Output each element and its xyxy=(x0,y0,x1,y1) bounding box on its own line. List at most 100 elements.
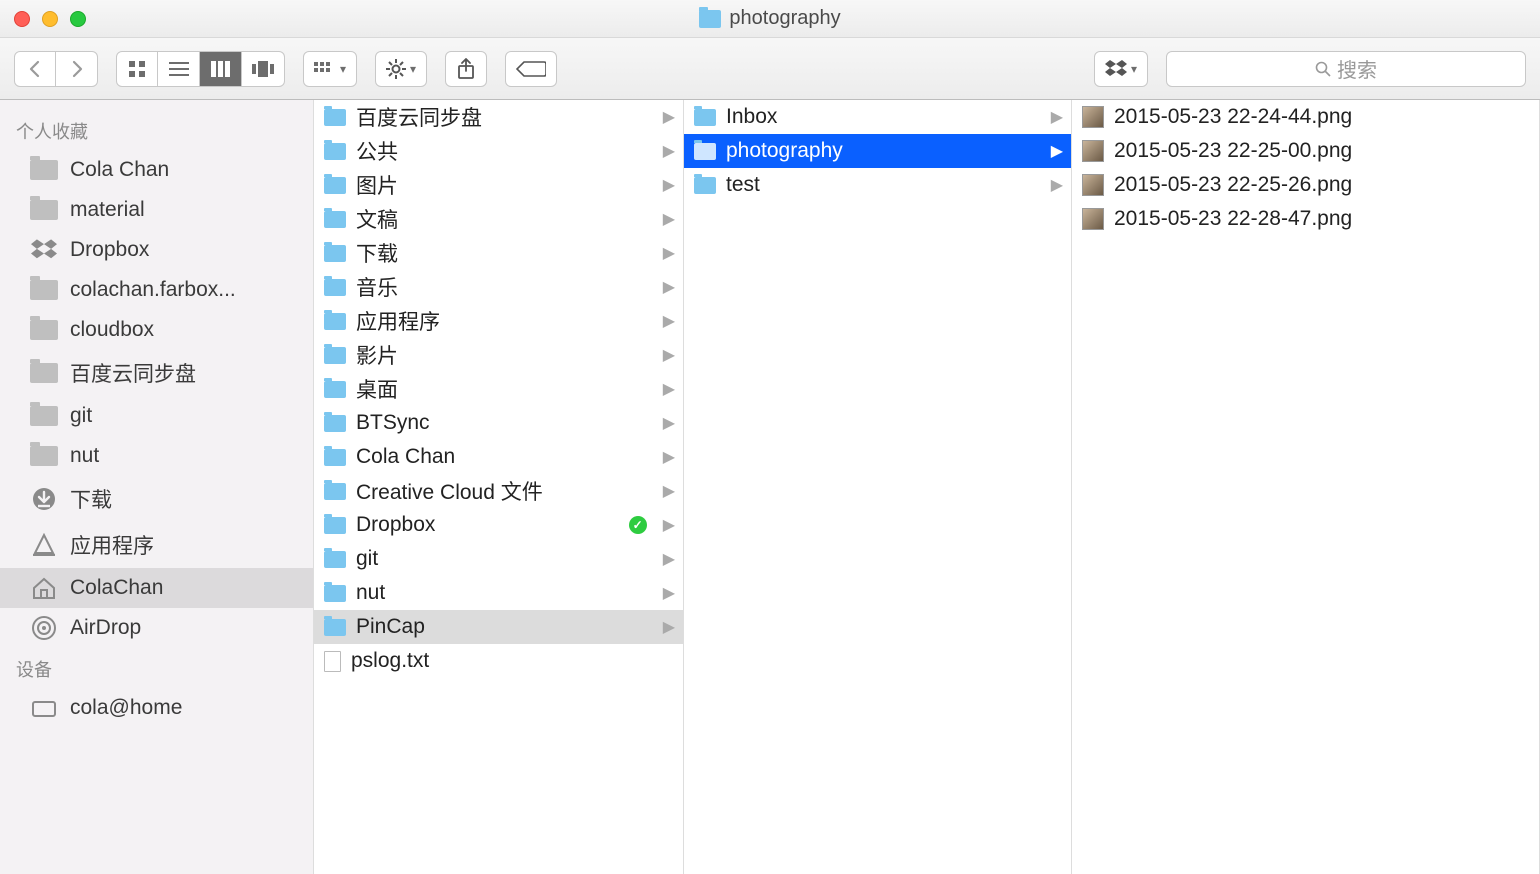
search-input[interactable]: 搜索 xyxy=(1166,51,1526,87)
sidebar-item[interactable]: 应用程序 xyxy=(0,522,313,568)
sidebar-item[interactable]: 百度云同步盘 xyxy=(0,350,313,396)
window-title: photography xyxy=(0,7,1540,30)
folder-row[interactable]: BTSync▶ xyxy=(314,406,683,440)
item-label: 下载 xyxy=(356,238,398,268)
item-label: 公共 xyxy=(356,136,398,166)
chevron-right-icon: ▶ xyxy=(1051,141,1063,161)
item-label: Creative Cloud 文件 xyxy=(356,476,543,506)
chevron-right-icon: ▶ xyxy=(663,175,675,195)
sidebar-item[interactable]: AirDrop xyxy=(0,608,313,648)
folder-icon xyxy=(324,211,346,228)
sync-check-icon: ✓ xyxy=(629,516,647,534)
dropbox-icon xyxy=(1105,60,1127,78)
dropbox-button[interactable]: ▾ xyxy=(1094,51,1148,87)
item-label: 2015-05-23 22-28-47.png xyxy=(1114,207,1352,231)
list-view-button[interactable] xyxy=(158,51,200,87)
item-label: Dropbox xyxy=(356,513,435,537)
folder-icon xyxy=(30,200,58,220)
item-label: Inbox xyxy=(726,105,777,129)
folder-row[interactable]: Cola Chan▶ xyxy=(314,440,683,474)
share-icon xyxy=(457,58,475,80)
folder-row[interactable]: 影片▶ xyxy=(314,338,683,372)
sidebar-item[interactable]: Cola Chan xyxy=(0,150,313,190)
back-button[interactable] xyxy=(14,51,56,87)
tags-button[interactable] xyxy=(505,51,557,87)
item-label: 图片 xyxy=(356,170,398,200)
chevron-right-icon: ▶ xyxy=(663,209,675,229)
folder-row[interactable]: 百度云同步盘▶ xyxy=(314,100,683,134)
folder-row[interactable]: nut▶ xyxy=(314,576,683,610)
folder-icon xyxy=(694,143,716,160)
image-icon xyxy=(1082,106,1104,128)
folder-icon xyxy=(324,143,346,160)
item-label: 影片 xyxy=(356,340,398,370)
applications-icon xyxy=(30,534,58,556)
airdrop-icon xyxy=(30,617,58,639)
sidebar-item[interactable]: cloudbox xyxy=(0,310,313,350)
folder-row[interactable]: Creative Cloud 文件▶ xyxy=(314,474,683,508)
share-button[interactable] xyxy=(445,51,487,87)
folder-icon xyxy=(324,313,346,330)
sidebar-item[interactable]: Dropbox xyxy=(0,230,313,270)
arrange-button[interactable]: ▾ xyxy=(303,51,357,87)
action-button[interactable]: ▾ xyxy=(375,51,427,87)
sidebar-item[interactable]: colachan.farbox... xyxy=(0,270,313,310)
folder-icon xyxy=(324,449,346,466)
icon-view-button[interactable] xyxy=(116,51,158,87)
folder-icon xyxy=(324,619,346,636)
column-2: Inbox▶photography▶test▶ xyxy=(684,100,1072,874)
column-view-button[interactable] xyxy=(200,51,242,87)
sidebar-item-label: Dropbox xyxy=(70,238,149,262)
sidebar-item-label: 下载 xyxy=(70,484,112,514)
folder-row[interactable]: Dropbox✓▶ xyxy=(314,508,683,542)
image-icon xyxy=(1082,174,1104,196)
image-row[interactable]: 2015-05-23 22-24-44.png xyxy=(1072,100,1539,134)
forward-button[interactable] xyxy=(56,51,98,87)
window-title-text: photography xyxy=(729,7,840,30)
item-label: 百度云同步盘 xyxy=(356,102,482,132)
folder-row[interactable]: git▶ xyxy=(314,542,683,576)
drive-icon xyxy=(30,697,58,719)
folder-row[interactable]: 应用程序▶ xyxy=(314,304,683,338)
sidebar-item[interactable]: ColaChan xyxy=(0,568,313,608)
item-label: PinCap xyxy=(356,615,425,639)
sidebar-item-label: nut xyxy=(70,444,99,468)
sidebar-item-label: Cola Chan xyxy=(70,158,169,182)
folder-row[interactable]: test▶ xyxy=(684,168,1071,202)
folder-row[interactable]: 图片 ▶ xyxy=(314,168,683,202)
nav-buttons xyxy=(14,51,98,87)
sidebar-item[interactable]: material xyxy=(0,190,313,230)
sidebar-item[interactable]: nut xyxy=(0,436,313,476)
item-label: 2015-05-23 22-25-00.png xyxy=(1114,139,1352,163)
sidebar-item-label: 百度云同步盘 xyxy=(70,358,196,388)
coverflow-view-button[interactable] xyxy=(242,51,285,87)
sidebar-item[interactable]: cola@home xyxy=(0,688,313,728)
minimize-window-button[interactable] xyxy=(42,11,58,27)
image-row[interactable]: 2015-05-23 22-25-00.png xyxy=(1072,134,1539,168)
folder-row[interactable]: 文稿 ▶ xyxy=(314,202,683,236)
sidebar-item[interactable]: git xyxy=(0,396,313,436)
folder-icon xyxy=(324,551,346,568)
chevron-right-icon: ▶ xyxy=(663,413,675,433)
folder-row[interactable]: PinCap▶ xyxy=(314,610,683,644)
folder-row[interactable]: Inbox ▶ xyxy=(684,100,1071,134)
item-label: 音乐 xyxy=(356,272,398,302)
item-label: 文稿 xyxy=(356,204,398,234)
item-label: 桌面 xyxy=(356,374,398,404)
item-label: 2015-05-23 22-24-44.png xyxy=(1114,105,1352,129)
folder-icon xyxy=(324,109,346,126)
image-row[interactable]: 2015-05-23 22-28-47.png xyxy=(1072,202,1539,236)
image-row[interactable]: 2015-05-23 22-25-26.png xyxy=(1072,168,1539,202)
folder-row[interactable]: 桌面▶ xyxy=(314,372,683,406)
chevron-right-icon: ▶ xyxy=(1051,107,1063,127)
item-label: 2015-05-23 22-25-26.png xyxy=(1114,173,1352,197)
maximize-window-button[interactable] xyxy=(70,11,86,27)
sidebar-item[interactable]: 下载 xyxy=(0,476,313,522)
folder-row[interactable]: photography▶ xyxy=(684,134,1071,168)
close-window-button[interactable] xyxy=(14,11,30,27)
file-row[interactable]: pslog.txt xyxy=(314,644,683,678)
folder-row[interactable]: 音乐▶ xyxy=(314,270,683,304)
sidebar-item-label: cloudbox xyxy=(70,318,154,342)
folder-row[interactable]: 公共▶ xyxy=(314,134,683,168)
folder-row[interactable]: 下载▶ xyxy=(314,236,683,270)
